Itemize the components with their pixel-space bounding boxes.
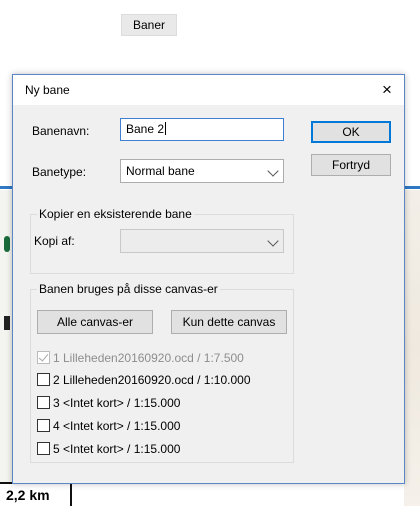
text-caret <box>165 122 167 135</box>
course-name-input[interactable]: Bane 2 <box>120 118 284 141</box>
canvas-option-5[interactable]: 5 <Intet kort> / 1:15.000 <box>37 440 180 457</box>
canvas-option-label: 4 <Intet kort> / 1:15.000 <box>53 418 181 433</box>
ok-button[interactable]: OK <box>311 121 391 143</box>
copy-from-label: Kopi af: <box>34 234 75 248</box>
canvas-option-label: 1 Lilleheden20160920.ocd / 1:7.500 <box>53 350 244 365</box>
only-this-canvas-button[interactable]: Kun dette canvas <box>171 310 287 334</box>
chevron-down-icon <box>267 165 279 177</box>
canvas-option-1[interactable]: 1 Lilleheden20160920.ocd / 1:7.500 <box>37 349 244 366</box>
map-feature <box>4 236 10 252</box>
canvas-option-label: 2 Lilleheden20160920.ocd / 1:10.000 <box>53 372 251 387</box>
copy-course-group-title: Kopier en eksisterende bane <box>37 207 194 221</box>
map-feature <box>4 316 10 330</box>
close-icon[interactable]: × <box>370 75 404 105</box>
dialog-title: Ny bane <box>25 83 70 97</box>
all-canvases-button[interactable]: Alle canvas-er <box>37 310 153 334</box>
checkbox[interactable] <box>37 351 50 364</box>
map-area-right <box>404 190 420 506</box>
course-name-label: Banenavn: <box>32 124 90 138</box>
checkbox[interactable] <box>37 373 50 386</box>
map-line <box>404 186 420 189</box>
checkbox[interactable] <box>37 396 50 409</box>
cancel-button[interactable]: Fortryd <box>311 154 391 176</box>
copy-course-group: Kopier en eksisterende bane Kopi af: <box>30 207 294 274</box>
canvas-option-4[interactable]: 4 <Intet kort> / 1:15.000 <box>37 417 180 434</box>
course-type-select[interactable]: Normal bane <box>120 159 284 183</box>
chevron-down-icon <box>267 235 279 247</box>
course-name-value: Bane 2 <box>126 122 165 136</box>
dialog-titlebar: Ny bane × <box>13 75 404 105</box>
copy-from-select[interactable] <box>120 229 284 253</box>
canvas-option-label: 3 <Intet kort> / 1:15.000 <box>53 395 181 410</box>
canvas-option-3[interactable]: 3 <Intet kort> / 1:15.000 <box>37 394 180 411</box>
checkbox[interactable] <box>37 442 50 455</box>
checkmark-icon <box>38 351 49 362</box>
canvas-option-2[interactable]: 2 Lilleheden20160920.ocd / 1:10.000 <box>37 371 251 388</box>
new-course-dialog: Ny bane × Banenavn: Bane 2 Banetype: Nor… <box>12 74 405 484</box>
course-type-value: Normal bane <box>126 164 195 178</box>
checkbox[interactable] <box>37 419 50 432</box>
canvas-group-title: Banen bruges på disse canvas-er <box>37 282 220 296</box>
canvas-option-label: 5 <Intet kort> / 1:15.000 <box>53 441 181 456</box>
map-scale-label: 2,2 km <box>0 482 72 506</box>
courses-toolbar-button[interactable]: Baner <box>121 14 177 36</box>
course-type-label: Banetype: <box>32 165 87 179</box>
